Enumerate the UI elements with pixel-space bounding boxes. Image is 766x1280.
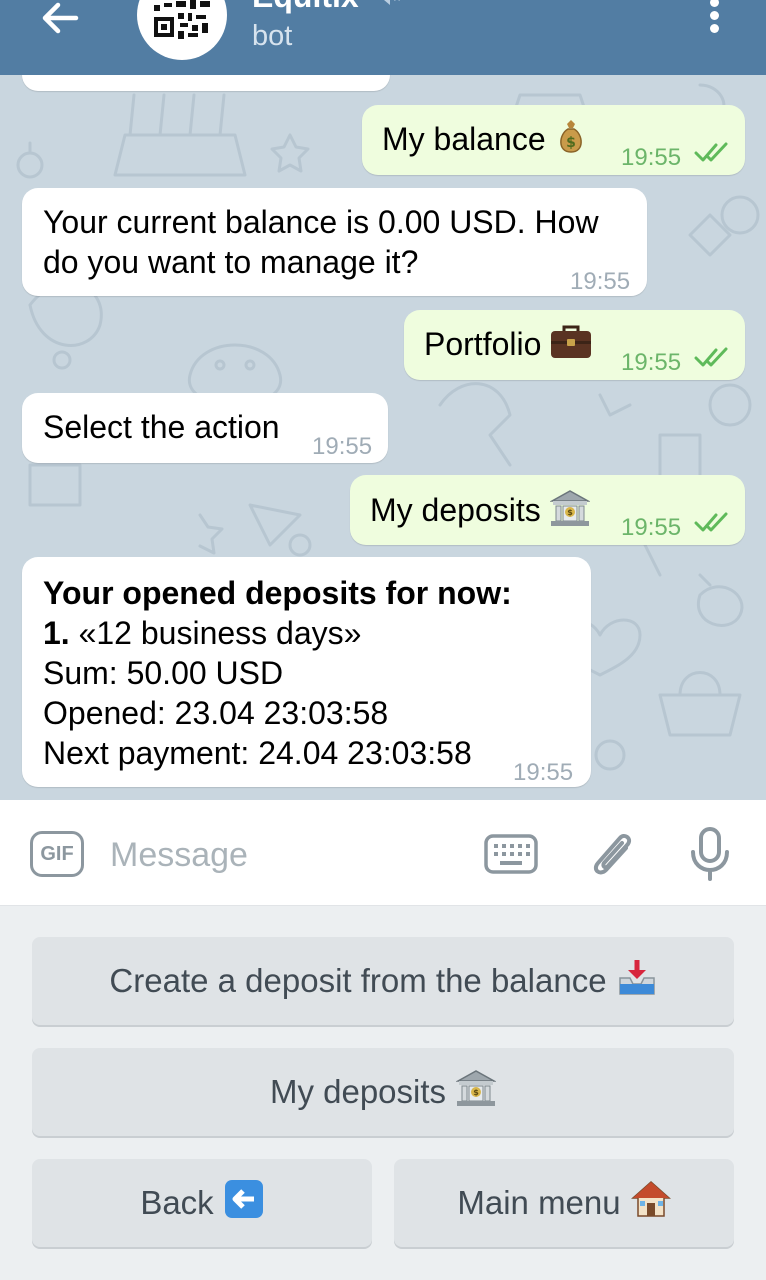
message-text: Select the action — [43, 409, 280, 445]
keyboard-icon[interactable] — [484, 834, 538, 874]
my-deposits-button[interactable]: My deposits $ — [32, 1048, 734, 1136]
message-time: 19:55 — [312, 433, 373, 460]
create-deposit-label: Create a deposit from the balance — [109, 962, 607, 999]
inbox-tray-emoji — [617, 958, 657, 1004]
message-time: 19:55 — [621, 144, 682, 171]
bot-keyboard: Create a deposit from the balance My dep… — [0, 906, 766, 1280]
gif-button[interactable]: GIF — [30, 831, 84, 877]
back-button[interactable]: Back — [32, 1159, 372, 1247]
outgoing-message[interactable]: My balance $ 19:55 — [362, 105, 745, 175]
create-deposit-button[interactable]: Create a deposit from the balance — [32, 937, 734, 1025]
svg-text:$: $ — [473, 1088, 479, 1097]
incoming-message[interactable]: Your current balance is 0.00 USD. How do… — [22, 188, 647, 296]
deposit-next-payment: Next payment: 24.04 23:03:58 — [43, 735, 472, 771]
message-time: 19:55 — [621, 514, 682, 541]
read-checkmarks-icon — [694, 142, 728, 162]
back-arrow-icon[interactable] — [36, 0, 84, 44]
message-input[interactable] — [110, 828, 460, 882]
bot-avatar[interactable] — [137, 0, 227, 60]
svg-text:$: $ — [566, 135, 576, 151]
deposit-name: «12 business days» — [69, 615, 362, 651]
qr-code-icon — [150, 0, 214, 47]
message-time: 19:55 — [570, 268, 631, 295]
incoming-message[interactable]: Select the action 19:55 — [22, 393, 388, 463]
main-menu-label: Main menu — [457, 1184, 621, 1221]
main-menu-button[interactable]: Main menu — [394, 1159, 734, 1247]
svg-text:$: $ — [567, 508, 573, 517]
outgoing-message[interactable]: My deposits $ 19:55 — [350, 475, 745, 545]
microphone-icon[interactable] — [688, 826, 732, 882]
bank-emoji: $ — [548, 489, 591, 536]
house-emoji — [630, 1179, 671, 1227]
chat-title[interactable]: Equitix — [252, 0, 359, 15]
message-line-1: Your current balance is 0.00 USD. How — [43, 204, 599, 240]
deposit-opened: Opened: 23.04 23:03:58 — [43, 695, 389, 731]
message-line-2: do you want to manage it? — [43, 244, 419, 280]
left-arrow-emoji — [224, 1179, 264, 1227]
more-options-icon[interactable] — [698, 0, 732, 42]
message-text: Portfolio — [424, 326, 542, 362]
message-time: 19:55 — [513, 759, 574, 786]
chat-header: Equitix bot — [0, 0, 766, 75]
message-text: My deposits — [370, 491, 541, 528]
message-text: My balance — [382, 121, 546, 157]
back-label: Back — [140, 1184, 214, 1221]
read-checkmarks-icon — [694, 512, 728, 532]
outgoing-message[interactable]: Portfolio 19:55 — [404, 310, 745, 380]
chat-area[interactable]: My balance $ 19:55 Your current balance … — [0, 75, 766, 800]
partial-message-bubble[interactable] — [22, 75, 390, 91]
deposit-sum: Sum: 50.00 USD — [43, 655, 284, 691]
mute-icon — [376, 0, 402, 10]
chat-subtitle: bot — [252, 20, 293, 52]
bank-emoji: $ — [455, 1069, 497, 1115]
my-deposits-label: My deposits — [269, 1073, 447, 1110]
attach-paperclip-icon[interactable] — [586, 826, 638, 882]
briefcase-emoji — [550, 325, 592, 368]
money-bag-emoji: $ — [555, 120, 587, 163]
incoming-message[interactable]: Your opened deposits for now: 1. «12 bus… — [22, 557, 591, 787]
deposits-title: Your opened deposits for now: — [43, 575, 512, 611]
deposit-number: 1. — [43, 615, 70, 651]
read-checkmarks-icon — [694, 347, 728, 367]
message-time: 19:55 — [621, 349, 682, 376]
